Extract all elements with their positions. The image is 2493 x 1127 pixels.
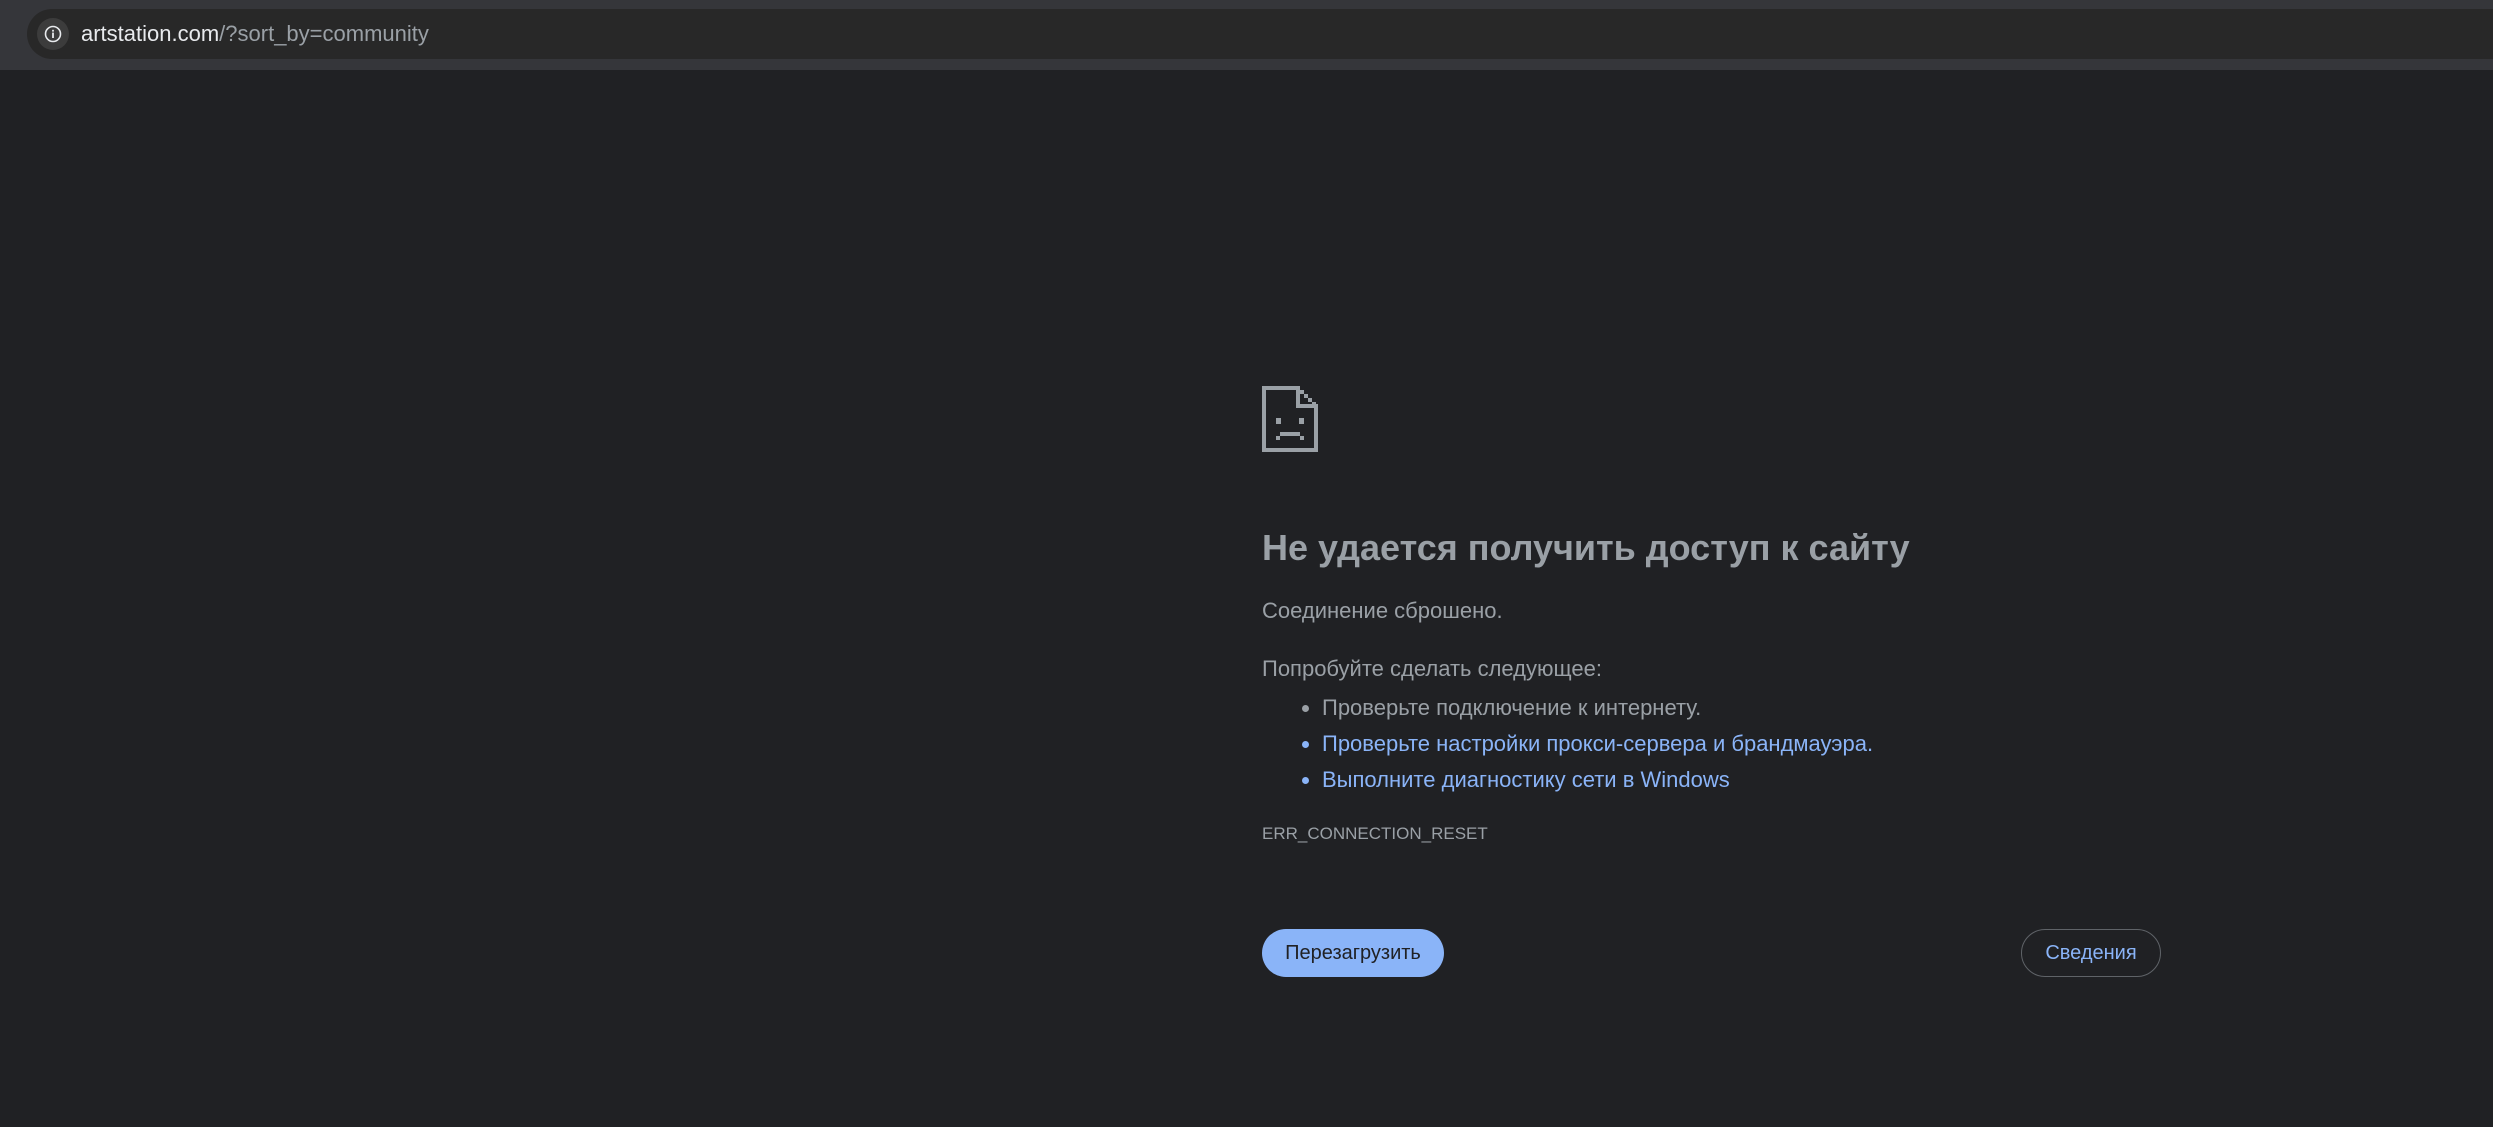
suggestions-list: Проверьте подключение к интернету. Прове… [1262,690,1873,798]
network-diagnostics-link[interactable]: Выполните диагностику сети в Windows [1322,767,1730,792]
info-icon [44,25,62,43]
suggestion-suffix: . [1866,731,1874,756]
error-code: ERR_CONNECTION_RESET [1262,824,1488,843]
suggestion-text: Проверьте подключение к интернету. [1322,695,1702,720]
suggestion-check-proxy: Проверьте настройки прокси-сервера и бра… [1322,726,1873,762]
details-button[interactable]: Сведения [2021,929,2161,977]
site-info-button[interactable] [37,18,69,50]
suggestion-check-connection: Проверьте подключение к интернету. [1322,690,1873,726]
url-host: artstation.com [81,21,220,46]
browser-toolbar: artstation.com/?sort_by=community [0,0,2493,70]
error-summary: Соединение сброшено. [1262,598,1503,623]
sad-page-icon [1262,386,1318,452]
url-path: /?sort_by=community [219,21,429,46]
check-proxy-link[interactable]: Проверьте настройки прокси-сервера и бра… [1322,731,1867,756]
error-title: Не удается получить доступ к сайту [1262,527,1910,568]
reload-button[interactable]: Перезагрузить [1262,929,1444,977]
suggestion-run-diagnostics: Выполните диагностику сети в Windows [1322,762,1873,798]
address-bar[interactable]: artstation.com/?sort_by=community [27,9,2493,59]
suggestions-heading: Попробуйте сделать следующее: [1262,656,1602,681]
url-text[interactable]: artstation.com/?sort_by=community [81,21,429,47]
